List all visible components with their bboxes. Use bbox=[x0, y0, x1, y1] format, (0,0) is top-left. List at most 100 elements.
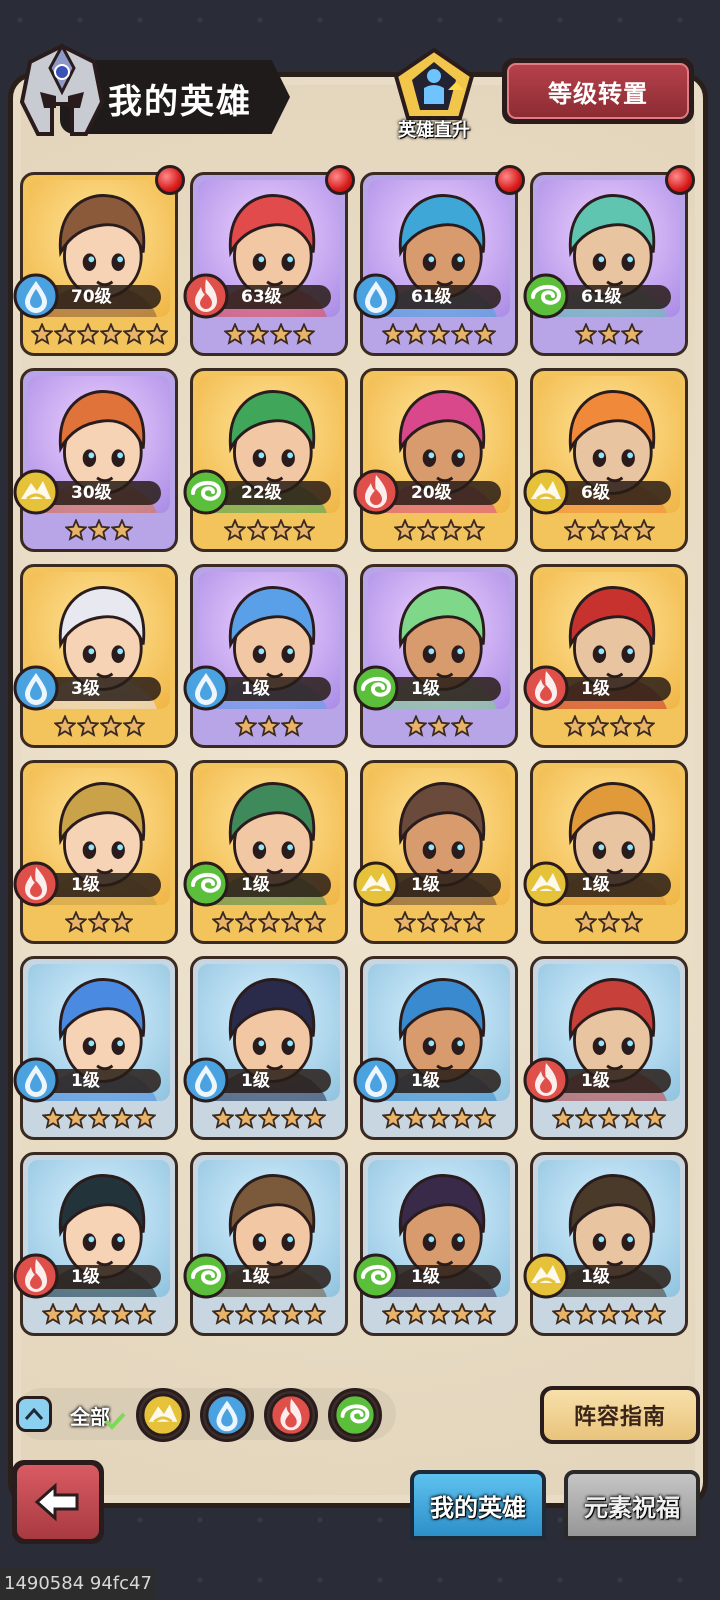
hero-card[interactable]: 1级 bbox=[13, 1152, 178, 1336]
star-rating bbox=[193, 907, 345, 937]
hero-card[interactable]: 61级 bbox=[353, 165, 525, 356]
filter-wind[interactable] bbox=[328, 1388, 382, 1442]
star-rating bbox=[23, 1103, 175, 1133]
promote-label: 英雄直升 bbox=[398, 120, 470, 141]
hero-level: 70级 bbox=[71, 287, 112, 307]
back-button[interactable] bbox=[12, 1460, 104, 1544]
hero-card[interactable]: 1级 bbox=[353, 956, 518, 1140]
wind-element-icon bbox=[353, 665, 399, 711]
hero-level: 1级 bbox=[241, 1071, 270, 1091]
notification-badge bbox=[155, 165, 185, 195]
hero-level: 1级 bbox=[71, 1071, 100, 1091]
fire-element-icon bbox=[523, 665, 569, 711]
fire-element-icon bbox=[13, 861, 59, 907]
hero-card[interactable]: 1级 bbox=[523, 956, 688, 1140]
hero-promote-button[interactable]: 英雄直升 bbox=[386, 46, 482, 146]
hero-level: 1级 bbox=[411, 875, 440, 895]
star-rating bbox=[533, 1299, 685, 1329]
water-element-icon bbox=[13, 665, 59, 711]
hero-level: 3级 bbox=[71, 679, 100, 699]
hero-card[interactable]: 22级 bbox=[183, 368, 348, 552]
level-transfer-button[interactable]: 等级转置 bbox=[502, 58, 694, 124]
back-arrow-icon bbox=[34, 1482, 79, 1522]
water-element-icon bbox=[353, 273, 399, 319]
hero-card[interactable]: 63级 bbox=[183, 165, 355, 356]
star-rating bbox=[363, 515, 515, 545]
wind-element-icon bbox=[183, 469, 229, 515]
hero-card[interactable]: 1级 bbox=[353, 1152, 518, 1336]
star-rating bbox=[533, 711, 685, 741]
star-rating bbox=[193, 711, 345, 741]
hero-level: 1级 bbox=[71, 1267, 100, 1287]
hero-card[interactable]: 1级 bbox=[353, 760, 518, 944]
filter-fire[interactable] bbox=[264, 1388, 318, 1442]
filter-all[interactable]: 全部 bbox=[70, 1392, 130, 1438]
level-transfer-label: 等级转置 bbox=[507, 63, 689, 119]
water-element-icon bbox=[13, 1057, 59, 1103]
wind-element-icon bbox=[183, 1253, 229, 1299]
fire-element-icon bbox=[13, 1253, 59, 1299]
hero-card[interactable]: 61级 bbox=[523, 165, 695, 356]
hero-level: 1级 bbox=[241, 679, 270, 699]
star-rating bbox=[363, 1103, 515, 1133]
star-rating bbox=[23, 1299, 175, 1329]
star-rating bbox=[23, 907, 175, 937]
earth-element-icon bbox=[353, 861, 399, 907]
hero-level: 6级 bbox=[581, 483, 610, 503]
hero-level: 1级 bbox=[411, 1071, 440, 1091]
hero-level: 63级 bbox=[241, 287, 282, 307]
hero-card[interactable]: 1级 bbox=[13, 956, 178, 1140]
tab-element-blessing[interactable]: 元素祝福 bbox=[564, 1470, 700, 1540]
hero-card[interactable]: 1级 bbox=[13, 760, 178, 944]
hero-level: 1级 bbox=[241, 1267, 270, 1287]
star-rating bbox=[23, 319, 175, 349]
water-element-icon bbox=[353, 1057, 399, 1103]
earth-element-icon bbox=[141, 1393, 185, 1441]
hero-level: 22级 bbox=[241, 483, 282, 503]
star-rating bbox=[23, 711, 175, 741]
earth-element-icon bbox=[523, 861, 569, 907]
earth-element-icon bbox=[523, 1253, 569, 1299]
filter-water[interactable] bbox=[200, 1388, 254, 1442]
star-rating bbox=[363, 1299, 515, 1329]
hero-card[interactable]: 1级 bbox=[523, 760, 688, 944]
notification-badge bbox=[495, 165, 525, 195]
collapse-button[interactable] bbox=[16, 1396, 52, 1432]
fire-element-icon bbox=[183, 273, 229, 319]
water-element-icon bbox=[205, 1393, 249, 1441]
wind-element-icon bbox=[353, 1253, 399, 1299]
notification-badge bbox=[665, 165, 695, 195]
hero-card[interactable]: 3级 bbox=[13, 564, 178, 748]
hero-card[interactable]: 70级 bbox=[13, 165, 185, 356]
lineup-guide-button[interactable]: 阵容指南 bbox=[540, 1386, 700, 1444]
earth-element-icon bbox=[13, 469, 59, 515]
watermark: 1490584 94fc47 bbox=[0, 1568, 156, 1600]
hero-card[interactable]: 1级 bbox=[523, 1152, 688, 1336]
star-rating bbox=[533, 515, 685, 545]
water-element-icon bbox=[183, 665, 229, 711]
hero-card[interactable]: 1级 bbox=[523, 564, 688, 748]
water-element-icon bbox=[183, 1057, 229, 1103]
hero-card[interactable]: 1级 bbox=[183, 760, 348, 944]
hero-card[interactable]: 6级 bbox=[523, 368, 688, 552]
hero-level: 1级 bbox=[581, 679, 610, 699]
hero-card[interactable]: 1级 bbox=[183, 564, 348, 748]
hero-level: 1级 bbox=[581, 1071, 610, 1091]
lineup-guide-label: 阵容指南 bbox=[544, 1390, 696, 1440]
star-rating bbox=[193, 1103, 345, 1133]
fire-element-icon bbox=[353, 469, 399, 515]
tab-my-heroes[interactable]: 我的英雄 bbox=[410, 1470, 546, 1540]
hero-card[interactable]: 20级 bbox=[353, 368, 518, 552]
star-rating bbox=[23, 515, 175, 545]
page-title: 我的英雄 bbox=[108, 82, 252, 122]
hero-card[interactable]: 1级 bbox=[353, 564, 518, 748]
hero-level: 30级 bbox=[71, 483, 112, 503]
hero-level: 20级 bbox=[411, 483, 452, 503]
hero-card[interactable]: 30级 bbox=[13, 368, 178, 552]
hero-card[interactable]: 1级 bbox=[183, 956, 348, 1140]
hero-card[interactable]: 1级 bbox=[183, 1152, 348, 1336]
notification-badge bbox=[325, 165, 355, 195]
star-rating bbox=[193, 1299, 345, 1329]
hero-level: 1级 bbox=[71, 875, 100, 895]
filter-earth[interactable] bbox=[136, 1388, 190, 1442]
